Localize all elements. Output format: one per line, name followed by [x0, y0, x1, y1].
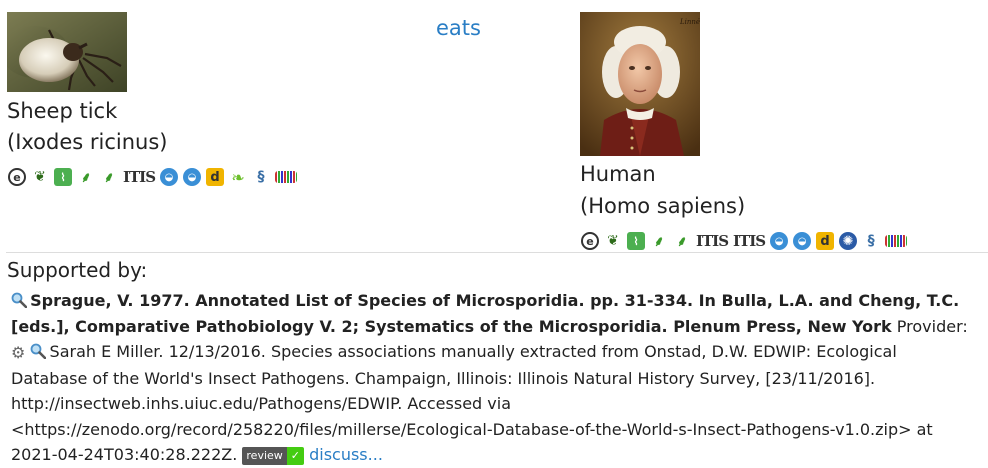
section-divider [6, 252, 988, 253]
eol-icon[interactable]: e [581, 232, 599, 250]
target-icon-row: e ❦ ⌇ ⸙ ⸙ ITIS ITIS ◒ ◒ d ✺ § [581, 231, 912, 251]
ncbi-plant-icon[interactable]: ⸙ [650, 232, 668, 250]
itis-label[interactable]: ITIS [696, 232, 729, 250]
ncbi-plant-icon[interactable]: ⸙ [77, 168, 95, 186]
source-icon-row: e ❦ ⌇ ⸙ ⸙ ITIS ◒ ◒ d ❧ § [8, 167, 302, 187]
review-badge-label: review [242, 447, 287, 465]
ncbi-plant-icon[interactable]: ⸙ [673, 232, 691, 250]
source-scientific-name: (Ixodes ricinus) [7, 130, 168, 154]
svg-text:Linné: Linné [679, 18, 700, 26]
map-icon[interactable]: ⌇ [627, 232, 645, 250]
gbif-leaf-icon[interactable]: ❦ [604, 232, 622, 250]
barcode-icon[interactable] [885, 235, 908, 247]
itis-label[interactable]: ITIS [123, 168, 156, 186]
d-icon[interactable]: d [206, 168, 225, 186]
target-common-name[interactable]: Human [580, 159, 656, 190]
ala-icon[interactable]: ◒ [183, 168, 202, 186]
check-icon: ✓ [286, 447, 304, 465]
reference-block: Sprague, V. 1977. Annotated List of Spec… [11, 288, 976, 468]
leaf-icon[interactable]: ❧ [229, 168, 247, 187]
discuss-link[interactable]: discuss... [309, 445, 383, 464]
ala-icon[interactable]: ◒ [160, 168, 179, 186]
target-scientific-name: (Homo sapiens) [580, 194, 746, 218]
gbif-leaf-icon[interactable]: ❦ [31, 168, 49, 186]
review-badge[interactable]: review ✓ [242, 447, 304, 465]
itis-label[interactable]: ITIS [733, 232, 766, 250]
gear-icon[interactable]: ⚙ [11, 340, 25, 366]
d-icon[interactable]: d [816, 232, 835, 250]
search-icon[interactable] [30, 341, 47, 360]
dna-icon[interactable]: § [862, 232, 880, 250]
search-icon[interactable] [11, 290, 28, 309]
ncbi-plant-icon[interactable]: ⸙ [100, 168, 118, 186]
citation-text: Sprague, V. 1977. Annotated List of Spec… [11, 291, 960, 336]
map-icon[interactable]: ⌇ [54, 168, 72, 186]
sheep-tick-image[interactable] [7, 12, 127, 92]
provider-label: Provider: [896, 316, 968, 336]
source-common-name[interactable]: Sheep tick [7, 96, 117, 127]
supported-by-heading: Supported by: [7, 258, 148, 282]
dna-icon[interactable]: § [252, 168, 270, 186]
eol-icon[interactable]: e [8, 168, 26, 186]
barcode-icon[interactable] [275, 171, 298, 183]
globe-icon[interactable]: ✺ [839, 232, 858, 250]
ala-icon[interactable]: ◒ [793, 232, 812, 250]
ala-icon[interactable]: ◒ [770, 232, 789, 250]
human-image[interactable]: Linné [580, 12, 700, 156]
relation-eats-link[interactable]: eats [436, 16, 481, 40]
